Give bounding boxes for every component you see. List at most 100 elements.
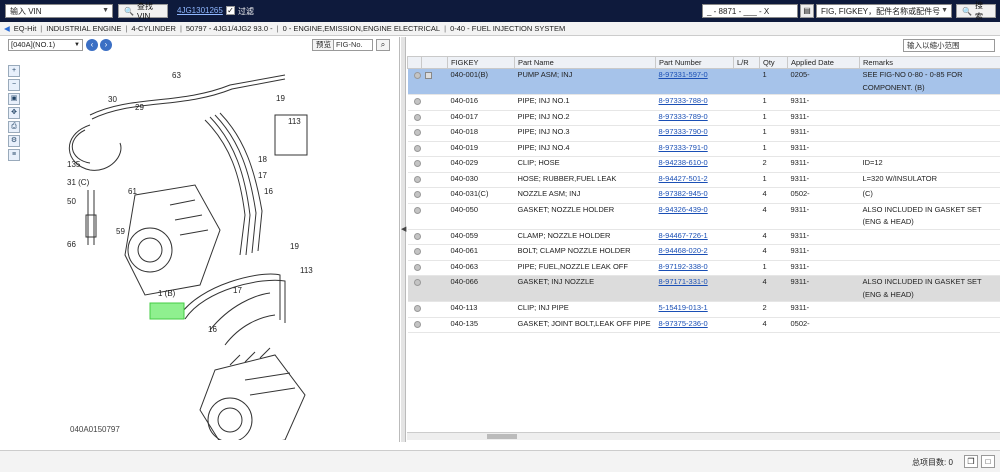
preview-button[interactable]: 预览 [312, 39, 335, 51]
table-row[interactable]: 040-113 CLIP; INJ PIPE 5-15419-013-1 2 9311- [407, 301, 1000, 318]
table-row[interactable]: 040-019 PIPE; INJ NO.4 8-97333-791-0 1 9311- [407, 141, 1000, 157]
row-status-icon[interactable] [413, 98, 421, 105]
fig-search-select[interactable]: FIG, FIGKEY，配件名称或配件号 ▼ [816, 4, 952, 18]
breadcrumb-item[interactable]: 4-CYLINDER [131, 24, 176, 33]
row-status-icon[interactable] [413, 305, 421, 312]
back-arrow-icon[interactable]: ◀ [4, 24, 10, 33]
narrow-range-input[interactable]: 输入以缩小范围 [903, 39, 995, 52]
column-header[interactable]: Part Number [655, 56, 734, 69]
part-number-link[interactable]: 8-97333-791-0 [659, 143, 708, 152]
maximize-window-icon[interactable]: □ [981, 455, 995, 468]
diagram-callout[interactable]: 17 [233, 286, 242, 295]
column-header[interactable] [421, 56, 448, 69]
row-status-icon[interactable] [413, 129, 421, 136]
table-row[interactable]: 040-016 PIPE; INJ NO.1 8-97333-788-0 1 9311- [407, 94, 1000, 111]
row-status-icon[interactable] [413, 263, 421, 271]
row-status-icon[interactable] [413, 72, 421, 79]
collapse-arrow-icon[interactable]: ◀ [401, 225, 406, 233]
column-header[interactable] [407, 56, 422, 69]
row-status-icon[interactable] [413, 113, 421, 121]
zoom-in-icon[interactable]: + [8, 65, 20, 77]
part-number-link[interactable]: 8-97375-236-0 [659, 319, 708, 328]
table-row[interactable]: 040-031(C) NOZZLE ASM; INJ 8-97382-945-0 4 0… [407, 187, 1000, 204]
code-field[interactable]: _ - 8871 - ___ - X [702, 4, 798, 18]
row-status-icon[interactable] [413, 160, 421, 167]
list-icon[interactable]: ≡ [8, 149, 20, 161]
book-icon[interactable]: ▤ [800, 4, 814, 18]
diagram-callout[interactable]: 19 [276, 94, 285, 103]
next-figure-button[interactable]: › [100, 39, 112, 51]
column-header[interactable]: Remarks [859, 56, 1000, 69]
part-number-link[interactable]: 8-94326-439-0 [659, 205, 708, 214]
row-status-icon[interactable] [413, 232, 421, 240]
settings-icon[interactable]: ⚙ [8, 135, 20, 147]
column-header[interactable]: Part Name [514, 56, 656, 69]
diagram-callout[interactable]: 29 [135, 103, 144, 112]
diagram-callout[interactable]: 59 [116, 227, 125, 236]
breadcrumb-item[interactable]: EQ-Hit [14, 24, 37, 33]
table-row[interactable]: 040-030 HOSE; RUBBER,FUEL LEAK 8-94427-501… [407, 172, 1000, 188]
search-button[interactable]: 🔍 搜索 [956, 1, 996, 21]
restore-window-icon[interactable]: ❐ [964, 455, 978, 468]
diagram-callout[interactable]: 17 [258, 171, 267, 180]
column-header[interactable]: Qty [759, 56, 788, 69]
row-status-icon[interactable] [413, 191, 421, 198]
table-row[interactable]: 040-135 GASKET; JOINT BOLT,LEAK OFF PIPE 8… [407, 317, 1000, 333]
table-row[interactable]: 040-066 GASKET; INJ NOZZLE 8-97171-331-0 4 9… [407, 275, 1000, 302]
fig-search-button[interactable]: ⌕ [376, 39, 390, 51]
breadcrumb-item[interactable]: INDUSTRIAL ENGINE [46, 24, 121, 33]
scrollbar-thumb[interactable] [487, 434, 517, 439]
table-row[interactable]: 040-061 BOLT; CLAMP NOZZLE HOLDER 8-94468-… [407, 244, 1000, 261]
breadcrumb-item[interactable]: 0 - ENGINE,EMISSION,ENGINE ELECTRICAL [283, 24, 441, 33]
row-status-icon[interactable] [413, 206, 421, 214]
fit-icon[interactable]: ▣ [8, 93, 20, 105]
part-number-link[interactable]: 8-97382-945-0 [659, 189, 708, 198]
pan-icon[interactable]: ✥ [8, 107, 20, 119]
diagram-callout[interactable]: 16 [264, 187, 273, 196]
table-row[interactable]: 040-018 PIPE; INJ NO.3 8-97333-790-0 1 9311- [407, 125, 1000, 142]
diagram-callout[interactable]: 1 (B) [158, 289, 175, 298]
search-vin-button[interactable]: 🔍 查找 VIN [118, 2, 168, 21]
diagram-callout[interactable]: 50 [67, 197, 76, 206]
previous-figure-button[interactable]: ‹ [86, 39, 98, 51]
image-icon[interactable] [424, 72, 432, 79]
part-number-link[interactable]: 8-94427-501-2 [659, 174, 708, 183]
exploded-parts-diagram[interactable] [30, 55, 370, 440]
row-status-icon[interactable] [413, 175, 421, 183]
table-row[interactable]: 040-001(B) PUMP ASM; INJ 8-97331-597-0 1 020… [407, 68, 1000, 95]
part-number-link[interactable]: 8-97192-338-0 [659, 262, 708, 271]
diagram-callout[interactable]: 113 [300, 266, 313, 275]
part-number-link[interactable]: 8-94468-020-2 [659, 246, 708, 255]
column-header[interactable]: FIGKEY [447, 56, 515, 69]
part-number-link[interactable]: 5-15419-013-1 [659, 303, 708, 312]
diagram-callout[interactable]: 19 [290, 242, 299, 251]
vin-select[interactable]: 输入 VIN ▼ [5, 4, 113, 18]
pane-splitter[interactable]: ◀ [401, 37, 406, 442]
column-header[interactable]: Applied Date [787, 56, 860, 69]
table-row[interactable]: 040-059 CLAMP; NOZZLE HOLDER 8-94467-726-1… [407, 229, 1000, 245]
part-number-link[interactable]: 8-97333-790-0 [659, 127, 708, 136]
filter-checkbox[interactable]: ✓ [226, 6, 235, 15]
diagram-callout[interactable]: 63 [172, 71, 181, 80]
diagram-callout[interactable]: 135 [67, 160, 80, 169]
diagram-callout[interactable]: 16 [208, 325, 217, 334]
breadcrumb-item[interactable]: 0-40 - FUEL INJECTION SYSTEM [450, 24, 565, 33]
diagram-callout[interactable]: 31 (C) [67, 178, 89, 187]
figure-select[interactable]: [040A](NO.1) ▼ [8, 39, 83, 51]
table-row[interactable]: 040-017 PIPE; INJ NO.2 8-97333-789-0 1 9311- [407, 110, 1000, 126]
part-number-link[interactable]: 8-97171-331-0 [659, 277, 708, 286]
breadcrumb-item[interactable]: 50797 - 4JG1/4JG2 93.0 - [186, 24, 273, 33]
print-icon[interactable]: ⎙ [8, 121, 20, 133]
part-number-link[interactable]: 8-94238-610-0 [659, 158, 708, 167]
row-status-icon[interactable] [413, 144, 421, 152]
table-row[interactable]: 040-029 CLIP; HOSE 8-94238-610-0 2 9311- ID=1… [407, 156, 1000, 173]
diagram-callout[interactable]: 18 [258, 155, 267, 164]
row-status-icon[interactable] [413, 279, 421, 286]
diagram-callout[interactable]: 30 [108, 95, 117, 104]
table-row[interactable]: 040-063 PIPE; FUEL,NOZZLE LEAK OFF 8-97192… [407, 260, 1000, 276]
diagram-callout[interactable]: 61 [128, 187, 137, 196]
horizontal-scrollbar[interactable] [407, 432, 1000, 440]
zoom-out-icon[interactable]: − [8, 79, 20, 91]
diagram-callout[interactable]: 113 [288, 117, 301, 126]
column-header[interactable]: L/R [733, 56, 760, 69]
